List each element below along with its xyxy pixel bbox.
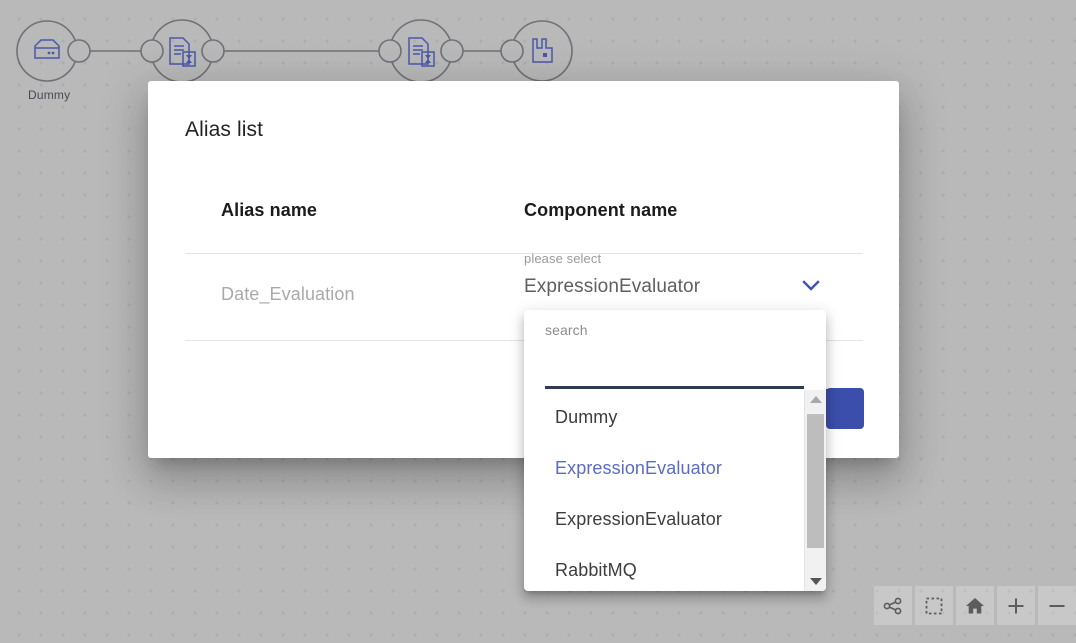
rabbitmq-icon (532, 38, 553, 63)
plus-icon (1008, 598, 1024, 613)
option-item-selected[interactable]: ExpressionEvaluator (524, 443, 826, 494)
search-field-label: search (545, 322, 588, 338)
component-select-dropdown: search Dummy ExpressionEvaluator Express… (524, 310, 826, 591)
zoom-in-button[interactable] (997, 586, 1035, 625)
component-name-select[interactable]: please select ExpressionEvaluator (524, 251, 828, 304)
document-hourglass-icon (169, 37, 196, 67)
canvas-toolbar (874, 586, 1076, 625)
search-input[interactable] (545, 338, 804, 375)
option-item[interactable]: Dummy (524, 392, 826, 443)
option-list[interactable]: Dummy ExpressionEvaluator ExpressionEval… (524, 392, 826, 591)
option-item[interactable]: RabbitMQ (524, 545, 826, 591)
triangle-down-icon[interactable] (805, 572, 826, 591)
triangle-up-icon[interactable] (805, 390, 826, 409)
table-cell-alias-name: Date_Evaluation (221, 284, 355, 304)
minus-icon (1049, 604, 1065, 607)
search-focus-underline (545, 386, 804, 389)
dialog-title: Alias list (185, 118, 264, 141)
select-placeholder-label: please select (524, 251, 602, 266)
node-label-dummy: Dummy (28, 88, 71, 102)
nodes-icon (883, 597, 902, 614)
confirm-button[interactable] (826, 388, 864, 429)
dashed-square-icon (925, 597, 943, 614)
home-icon (966, 597, 984, 613)
document-hourglass-icon (408, 37, 435, 67)
zoom-out-button[interactable] (1038, 586, 1076, 625)
select-selected-value: ExpressionEvaluator (524, 276, 701, 297)
dropdown-scrollbar[interactable] (804, 390, 826, 591)
graph-layout-button[interactable] (874, 586, 912, 625)
search-field[interactable]: search (545, 322, 804, 383)
option-item[interactable]: ExpressionEvaluator (524, 494, 826, 545)
graph-canvas[interactable]: Dummy Alias list Alias name Component na… (0, 0, 1076, 643)
column-header-component-name: Component name (524, 200, 678, 220)
column-header-alias-name: Alias name (221, 200, 318, 220)
home-button[interactable] (956, 586, 994, 625)
select-area-button[interactable] (915, 586, 953, 625)
scrollbar-thumb[interactable] (807, 414, 824, 548)
chevron-down-icon[interactable] (802, 280, 820, 292)
database-icon (34, 39, 60, 59)
